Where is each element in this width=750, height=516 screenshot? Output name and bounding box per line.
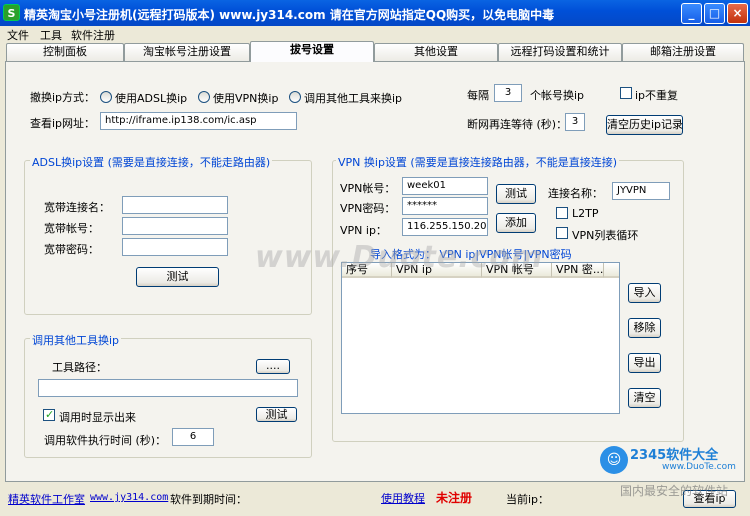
tool-browse-button[interactable]: .... — [256, 359, 290, 374]
tutorial-link[interactable]: 使用教程 — [381, 490, 425, 506]
ip-url-label: 查看ip网址： — [30, 117, 96, 130]
vpn-password-label: VPN密码： — [340, 202, 396, 215]
radio-vpn[interactable] — [198, 91, 210, 103]
tab-taobao-settings[interactable]: 淘宝帐号注册设置 — [124, 43, 250, 61]
adsl-conn-name-input[interactable] — [122, 196, 228, 214]
adsl-password-input[interactable] — [122, 238, 228, 256]
vpn-conn-name-input[interactable]: JYVPN — [612, 182, 670, 200]
tool-test-button[interactable]: 测试 — [256, 407, 297, 422]
show-on-call-label: 调用时显示出来 — [59, 411, 136, 424]
tab-control-panel[interactable]: 控制面板 — [6, 43, 124, 61]
close-button[interactable]: × — [727, 3, 748, 24]
exec-time-label: 调用软件执行时间 (秒)： — [44, 434, 167, 447]
logo-url: www.DuoTe.com — [662, 462, 736, 472]
vpn-account-input[interactable]: week01 — [402, 177, 488, 195]
tab-email-settings[interactable]: 邮箱注册设置 — [622, 43, 744, 61]
col-vpn-password[interactable]: VPN 密... — [552, 263, 604, 278]
vpn-ip-label: VPN ip： — [340, 224, 387, 237]
vpn-account-label: VPN帐号： — [340, 182, 396, 195]
app-icon: S — [3, 4, 20, 21]
menu-tools[interactable]: 工具 — [40, 27, 62, 43]
vpn-loop-checkbox[interactable] — [556, 227, 568, 239]
vpn-list-table[interactable]: 序号 VPN ip VPN 帐号 VPN 密... — [341, 262, 620, 414]
show-on-call-checkbox[interactable] — [43, 408, 55, 421]
radio-tool[interactable] — [289, 91, 301, 103]
vpn-add-button[interactable]: 添加 — [496, 213, 536, 233]
vpn-group-title: VPN 换ip设置 (需要是直接连接路由器，不能是直接连接) — [336, 154, 619, 170]
vpn-clear-button[interactable]: 清空 — [628, 388, 661, 408]
tool-group-title: 调用其他工具换ip — [30, 332, 122, 348]
adsl-group-title: ADSL换ip设置 (需要是直接连接，不能走路由器) — [30, 154, 273, 170]
no-repeat-checkbox[interactable] — [620, 87, 632, 99]
current-ip-label: 当前ip： — [506, 493, 550, 506]
adsl-account-input[interactable] — [122, 217, 228, 235]
tab-other-settings[interactable]: 其他设置 — [374, 43, 498, 61]
radio-adsl[interactable] — [100, 91, 112, 103]
vpn-loop-label: VPN列表循环 — [572, 229, 639, 242]
watermark: www.Duote.com — [255, 240, 544, 275]
menu-register[interactable]: 软件注册 — [71, 27, 115, 43]
expire-label: 软件到期时间： — [170, 493, 247, 506]
unregistered-label: 未注册 — [436, 491, 473, 505]
adsl-test-button[interactable]: 测试 — [136, 267, 219, 287]
minimize-button[interactable]: _ — [681, 3, 702, 24]
l2tp-checkbox[interactable] — [556, 207, 568, 219]
no-repeat-label: ip不重复 — [635, 89, 679, 102]
logo-slogan: 国内最安全的软件站 — [620, 484, 729, 498]
reconnect-label: 断网再连等待 (秒)： — [467, 118, 568, 131]
window-title: 精英淘宝小号注册机(远程打码版本) www.jy314.com 请在官方网站指定… — [24, 8, 555, 22]
radio-tool-label: 调用其他工具来换ip — [304, 92, 403, 105]
vpn-ip-input[interactable]: 116.255.150.205 — [402, 218, 488, 236]
tab-remote-captcha[interactable]: 远程打码设置和统计 — [498, 43, 622, 61]
vpn-test-button[interactable]: 测试 — [496, 184, 536, 204]
vpn-remove-button[interactable]: 移除 — [628, 318, 661, 338]
adsl-conn-name-label: 宽带连接名： — [44, 201, 110, 214]
vpn-password-input[interactable]: ****** — [402, 197, 488, 215]
clear-history-button[interactable]: 清空历史ip记录 — [606, 115, 683, 135]
radio-adsl-label: 使用ADSL换ip — [115, 92, 188, 105]
studio-url[interactable]: www.jy314.com — [90, 492, 168, 503]
logo-brand: 2345软件大全 — [630, 448, 719, 463]
ip-url-input[interactable]: http://iframe.ip138.com/ic.asp — [100, 112, 297, 130]
interval-input[interactable]: 3 — [494, 84, 522, 102]
radio-vpn-label: 使用VPN换ip — [213, 92, 279, 105]
tool-path-input[interactable] — [38, 379, 298, 397]
method-label: 撤换ip方式： — [30, 91, 96, 104]
vpn-export-button[interactable]: 导出 — [628, 353, 661, 373]
interval-label: 每隔 — [467, 89, 489, 102]
tab-dial-settings[interactable]: 拔号设置 — [250, 41, 374, 62]
adsl-account-label: 宽带帐号： — [44, 222, 99, 235]
tool-path-label: 工具路径： — [52, 361, 107, 374]
maximize-button[interactable]: □ — [704, 3, 725, 24]
reconnect-input[interactable]: 3 — [565, 113, 585, 131]
col-spacer — [604, 263, 619, 278]
interval-suffix: 个帐号换ip — [530, 89, 585, 102]
menu-file[interactable]: 文件 — [7, 27, 29, 43]
studio-link[interactable]: 精英软件工作室 — [8, 491, 85, 507]
vpn-import-button[interactable]: 导入 — [628, 283, 661, 303]
title-bar: S 精英淘宝小号注册机(远程打码版本) www.jy314.com 请在官方网站… — [0, 0, 750, 26]
logo-globe-icon: ☺ — [600, 446, 628, 474]
adsl-password-label: 宽带密码： — [44, 243, 99, 256]
vpn-conn-name-label: 连接名称： — [548, 187, 603, 200]
exec-time-input[interactable]: 6 — [172, 428, 214, 446]
l2tp-label: L2TP — [572, 207, 599, 220]
